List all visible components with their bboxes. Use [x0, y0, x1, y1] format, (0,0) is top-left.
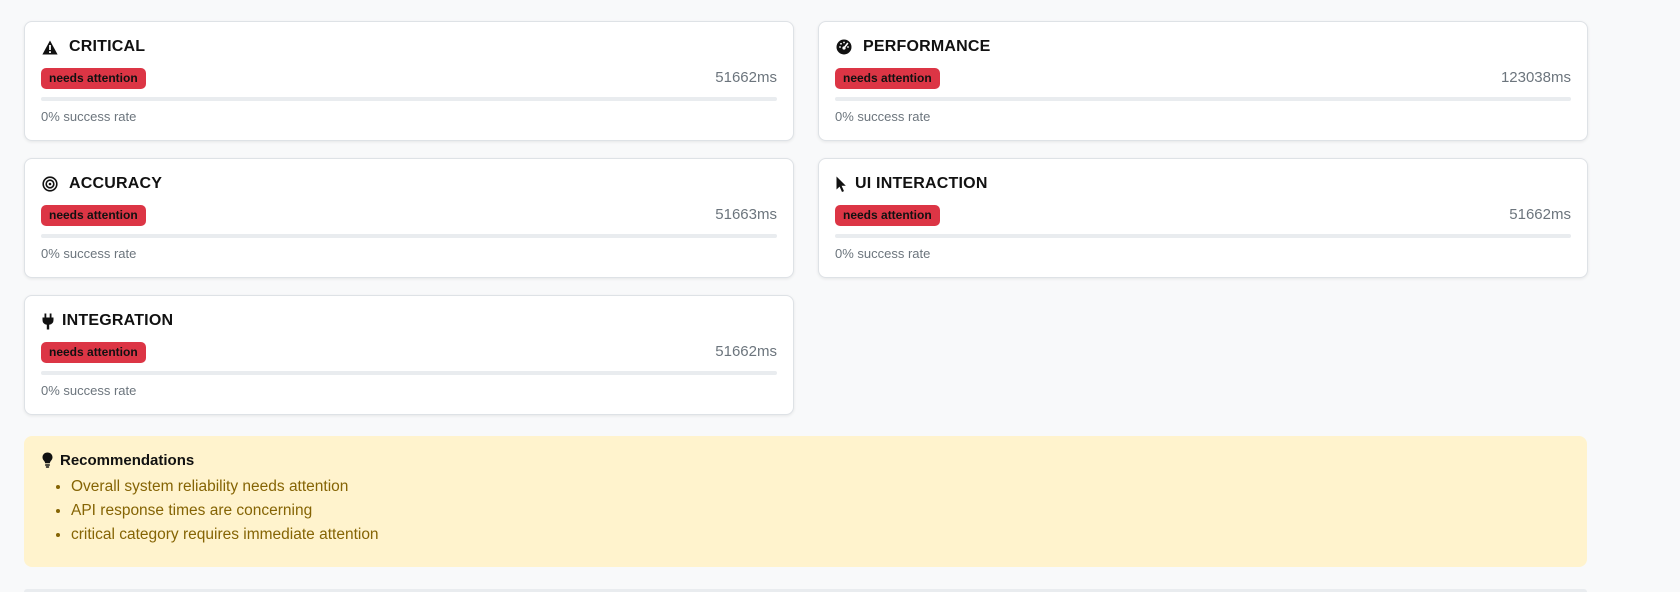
recommendations-list: Overall system reliability needs attenti…	[40, 475, 1571, 547]
plug-icon	[41, 312, 55, 330]
success-rate: 0% success rate	[835, 246, 931, 261]
response-time: 51662ms	[1509, 206, 1571, 223]
category-grid: CRITICAL needs attention 51662ms 0% succ…	[24, 21, 1588, 415]
card-title-text: CRITICAL	[69, 38, 146, 55]
card-title-text: ACCURACY	[69, 175, 163, 192]
response-time: 51662ms	[715, 343, 777, 360]
status-badge: needs attention	[835, 68, 940, 89]
recommendations-panel: Recommendations Overall system reliabili…	[24, 436, 1587, 567]
card-title: CRITICAL	[41, 38, 145, 56]
test-results-panel: CRITICAL needs attention 51662ms 0% succ…	[0, 0, 1680, 592]
category-card-integration: INTEGRATION needs attention 51662ms 0% s…	[24, 295, 794, 415]
success-rate: 0% success rate	[41, 109, 137, 124]
card-title: INTEGRATION	[41, 312, 173, 330]
success-rate: 0% success rate	[835, 109, 931, 124]
cursor-icon	[835, 175, 849, 193]
status-badge: needs attention	[41, 205, 146, 226]
success-progress-bar	[835, 97, 1571, 101]
response-time: 123038ms	[1500, 69, 1571, 86]
success-progress-bar	[835, 234, 1571, 238]
card-title: UI INTERACTION	[835, 175, 988, 193]
card-title-text: INTEGRATION	[62, 312, 174, 329]
recommendations-title: Recommendations	[40, 451, 1571, 469]
lightbulb-icon	[40, 451, 54, 469]
card-title-text: UI INTERACTION	[855, 175, 988, 192]
status-badge: needs attention	[41, 68, 146, 89]
category-card-accuracy: ACCURACY needs attention 51663ms 0% succ…	[24, 158, 794, 278]
card-title: PERFORMANCE	[835, 38, 991, 56]
recommendation-item: Overall system reliability needs attenti…	[71, 475, 1571, 499]
status-badge: needs attention	[835, 205, 940, 226]
warning-icon	[41, 38, 59, 56]
recommendation-item: API response times are concerning	[71, 499, 1571, 523]
recommendation-item: critical category requires immediate att…	[71, 523, 1571, 547]
category-card-ui-interaction: UI INTERACTION needs attention 51662ms 0…	[818, 158, 1588, 278]
success-rate: 0% success rate	[41, 246, 137, 261]
target-icon	[41, 175, 59, 193]
success-rate: 0% success rate	[41, 383, 137, 398]
gauge-icon	[835, 38, 853, 56]
status-badge: needs attention	[41, 342, 146, 363]
category-card-critical: CRITICAL needs attention 51662ms 0% succ…	[24, 21, 794, 141]
response-time: 51663ms	[715, 206, 777, 223]
card-title-text: PERFORMANCE	[863, 38, 991, 55]
recommendations-title-text: Recommendations	[60, 451, 195, 469]
category-card-performance: PERFORMANCE needs attention 123038ms 0% …	[818, 21, 1588, 141]
success-progress-bar	[41, 371, 777, 375]
success-progress-bar	[41, 234, 777, 238]
success-progress-bar	[41, 97, 777, 101]
card-title: ACCURACY	[41, 175, 162, 193]
response-time: 51662ms	[715, 69, 777, 86]
